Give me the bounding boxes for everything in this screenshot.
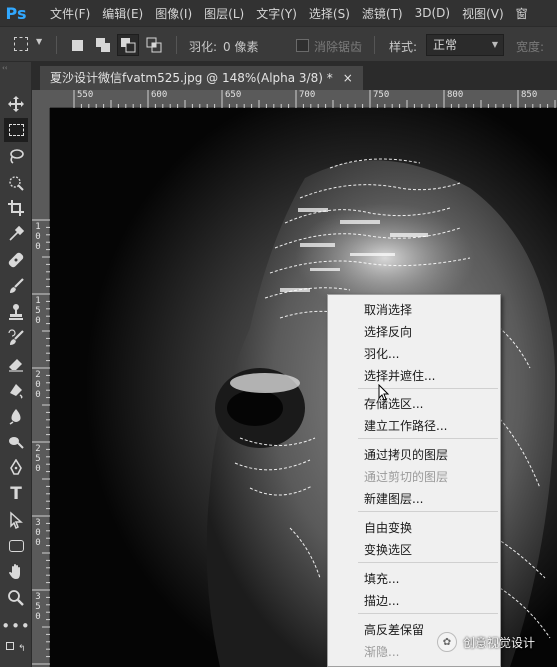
menu-bar: Ps 文件(F) 编辑(E) 图像(I) 图层(L) 文字(Y) 选择(S) 滤… — [0, 0, 557, 26]
menu-item-high-pass[interactable]: 高反差保留 — [364, 621, 424, 638]
menu-item-select-and-mask[interactable]: 选择并遮住... — [364, 367, 435, 384]
feather-label: 羽化: — [189, 40, 218, 54]
dodge-icon[interactable] — [4, 430, 28, 454]
intersect-selection-button[interactable] — [143, 34, 165, 56]
menu-item-save-selection[interactable]: 存储选区... — [364, 395, 423, 412]
document-tab-title: 夏沙设计微信fvatm525.jpg @ 148%(Alpha 3/8) * — [50, 71, 333, 85]
ruler-label: 3 5 0 — [35, 592, 41, 622]
menu-filter[interactable]: 滤镜(T) — [356, 5, 409, 22]
divider — [176, 36, 177, 54]
menu-separator — [358, 613, 498, 614]
menu-3d[interactable]: 3D(D) — [409, 6, 456, 20]
width-label: 宽度: — [516, 40, 545, 54]
menu-item-free-transform[interactable]: 自由变换 — [364, 519, 412, 536]
watermark: ✿ 创意视觉设计 — [437, 632, 535, 652]
history-brush-icon[interactable] — [4, 326, 28, 350]
type-icon[interactable]: T — [4, 482, 28, 506]
healing-icon[interactable] — [4, 248, 28, 272]
mouse-cursor-icon — [378, 384, 390, 401]
chevron-down-icon: ▼ — [491, 40, 498, 49]
menu-select[interactable]: 选择(S) — [303, 5, 356, 22]
ruler-label: 800 — [447, 90, 464, 100]
marquee-icon[interactable] — [4, 118, 28, 142]
menu-item-fade: 渐隐... — [364, 645, 400, 659]
brush-icon[interactable] — [4, 274, 28, 298]
photoshop-logo: Ps — [5, 3, 27, 23]
menu-item-transform-selection[interactable]: 变换选区 — [364, 541, 412, 558]
ruler-label: 750 — [373, 90, 390, 100]
ruler-label: 2 5 0 — [35, 444, 41, 474]
menu-separator — [358, 511, 498, 512]
ruler-label: 600 — [151, 90, 168, 100]
ruler-label: 1 5 0 — [35, 296, 41, 326]
menu-item-select-inverse[interactable]: 选择反向 — [364, 323, 412, 340]
style-select[interactable]: 正常 ▼ — [426, 34, 504, 56]
style-label: 样式: — [389, 40, 418, 54]
menu-item-feather[interactable]: 羽化... — [364, 345, 399, 362]
style-select-value: 正常 — [433, 38, 458, 52]
close-tab-icon[interactable]: × — [343, 66, 353, 90]
ruler-label: 550 — [77, 90, 94, 100]
eyedropper-icon[interactable] — [4, 222, 28, 246]
hand-icon[interactable] — [4, 560, 28, 584]
antialias-label: 消除锯齿 — [314, 40, 363, 54]
panel-collapse-icon[interactable]: ‹‹ — [2, 65, 30, 72]
menu-item-fill[interactable]: 填充... — [364, 570, 399, 587]
watermark-text: 创意视觉设计 — [463, 635, 536, 650]
add-to-selection-button[interactable] — [92, 34, 114, 56]
ruler-label: 1 0 0 — [35, 222, 41, 252]
quick-select-icon[interactable] — [4, 170, 28, 194]
ruler-corner — [32, 90, 50, 108]
more-icon[interactable]: ••• — [1, 614, 30, 638]
menu-view[interactable]: 视图(V) — [456, 5, 510, 22]
eraser-icon[interactable] — [4, 352, 28, 376]
menu-layer[interactable]: 图层(L) — [198, 5, 250, 22]
lasso-icon[interactable] — [4, 144, 28, 168]
ruler-label: 3 0 0 — [35, 518, 41, 548]
menu-separator — [358, 438, 498, 439]
gradient-icon[interactable] — [4, 378, 28, 402]
menu-item-layer-via-cut: 通过剪切的图层 — [364, 470, 449, 484]
menu-item-deselect[interactable]: 取消选择 — [364, 301, 412, 318]
stamp-icon[interactable] — [4, 300, 28, 324]
document-tab-bar: 夏沙设计微信fvatm525.jpg @ 148%(Alpha 3/8) * × — [32, 62, 557, 90]
preset-dropdown-icon[interactable]: ▼ — [36, 37, 42, 46]
zoom-icon[interactable] — [4, 586, 28, 610]
options-bar: ▼ 羽化: 0 像素 消除锯齿 样式: 正常 ▼ 宽度: — [0, 26, 557, 62]
menu-separator — [358, 562, 498, 563]
ruler-label: 850 — [521, 90, 538, 100]
menu-edit[interactable]: 编辑(E) — [96, 5, 149, 22]
menu-image[interactable]: 图像(I) — [149, 5, 198, 22]
feather-input[interactable]: 0 像素 — [223, 38, 258, 55]
crop-icon[interactable] — [4, 196, 28, 220]
menu-item-new-layer[interactable]: 新建图层... — [364, 490, 423, 507]
marquee-preset-icon[interactable] — [14, 37, 28, 51]
menu-item-stroke[interactable]: 描边... — [364, 592, 399, 609]
context-menu: 取消选择 选择反向 羽化... 选择并遮住... 存储选区... 建立工作路径.… — [327, 294, 501, 667]
divider — [56, 36, 57, 54]
shape-icon[interactable] — [4, 534, 28, 558]
vertical-ruler: 1 0 0 1 5 0 2 0 0 2 5 0 3 0 0 3 5 0 — [32, 108, 50, 667]
menu-file[interactable]: 文件(F) — [44, 5, 96, 22]
blur-icon[interactable] — [4, 404, 28, 428]
menu-type[interactable]: 文字(Y) — [250, 5, 303, 22]
ruler-label: 650 — [225, 90, 242, 100]
new-selection-button[interactable] — [66, 34, 88, 56]
ruler-label: 700 — [299, 90, 316, 100]
chat-bubble-icon: ✿ — [437, 632, 457, 652]
menu-window[interactable]: 窗 — [510, 5, 534, 22]
move-icon[interactable] — [4, 92, 28, 116]
color-swatches-icon[interactable]: ↰ — [6, 642, 28, 664]
antialias-checkbox[interactable] — [296, 39, 309, 52]
ruler-label: 2 0 0 — [35, 370, 41, 400]
path-select-icon[interactable] — [4, 508, 28, 532]
pen-icon[interactable] — [4, 456, 28, 480]
menu-item-make-work-path[interactable]: 建立工作路径... — [364, 417, 447, 434]
horizontal-ruler: 550 600 650 700 750 800 850 — [50, 90, 557, 108]
tools-panel: ‹‹ T ••• ↰ — [0, 62, 32, 667]
subtract-from-selection-button[interactable] — [117, 34, 139, 56]
document-tab[interactable]: 夏沙设计微信fvatm525.jpg @ 148%(Alpha 3/8) * × — [40, 66, 363, 90]
menu-item-layer-via-copy[interactable]: 通过拷贝的图层 — [364, 446, 448, 463]
divider — [374, 36, 375, 54]
